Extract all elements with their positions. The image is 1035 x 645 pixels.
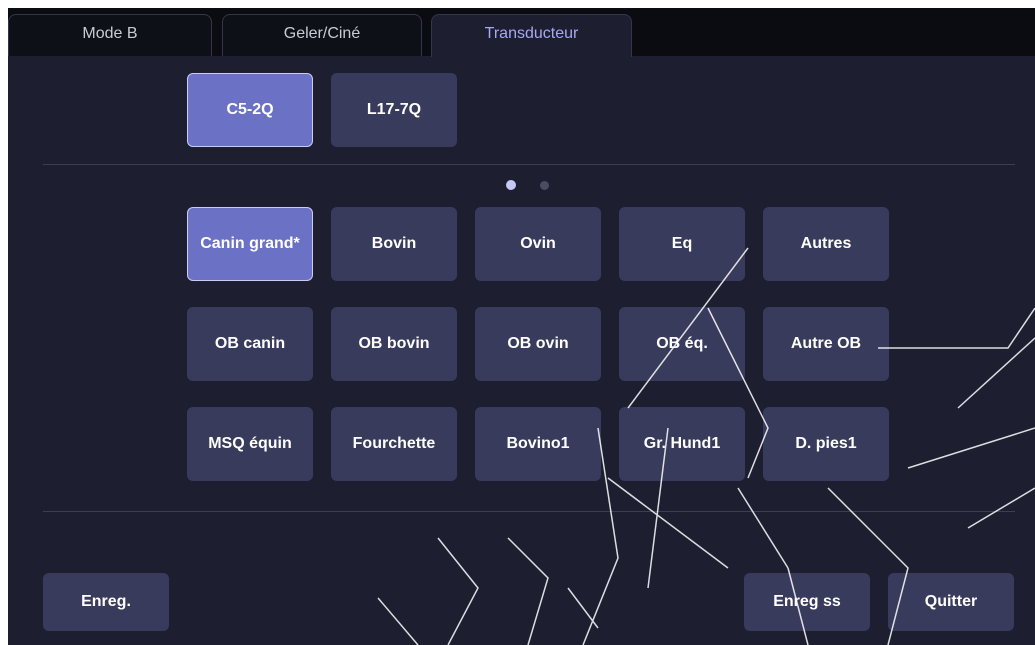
tab-mode-b[interactable]: Mode B [8,14,212,56]
page-indicator-dot[interactable] [540,181,549,190]
tab-freeze-cine[interactable]: Geler/Ciné [222,14,422,56]
preset-button-autre-ob[interactable]: Autre OB [763,307,889,381]
preset-button-fourchette[interactable]: Fourchette [331,407,457,481]
bottom-divider [43,511,1015,512]
page-indicator-dot-active[interactable] [506,180,516,190]
preset-button-ob-ovin[interactable]: OB ovin [475,307,601,381]
save-as-button[interactable]: Enreg ss [744,573,870,631]
preset-button-eq[interactable]: Eq [619,207,745,281]
transducer-l17-7q-button[interactable]: L17-7Q [331,73,457,147]
preset-button-bovino1[interactable]: Bovino1 [475,407,601,481]
quit-button[interactable]: Quitter [888,573,1014,631]
preset-button-ob-bovin[interactable]: OB bovin [331,307,457,381]
preset-button-canin-grand[interactable]: Canin grand* [187,207,313,281]
preset-button-ovin[interactable]: Ovin [475,207,601,281]
preset-button-ob-eq[interactable]: OB éq. [619,307,745,381]
transducer-preset-screen: Mode B Geler/Ciné Transducteur C5-2Q L17… [8,8,1035,645]
transducer-c5-2q-button[interactable]: C5-2Q [187,73,313,147]
preset-button-bovin[interactable]: Bovin [331,207,457,281]
preset-button-d-pies1[interactable]: D. pies1 [763,407,889,481]
tab-bar: Mode B Geler/Ciné Transducteur [8,8,1035,57]
preset-button-autres[interactable]: Autres [763,207,889,281]
preset-button-gr-hund1[interactable]: Gr. Hund1 [619,407,745,481]
tab-transducer[interactable]: Transducteur [431,14,632,57]
save-button[interactable]: Enreg. [43,573,169,631]
preset-button-msq-equin[interactable]: MSQ équin [187,407,313,481]
top-divider [43,164,1015,165]
preset-button-ob-canin[interactable]: OB canin [187,307,313,381]
